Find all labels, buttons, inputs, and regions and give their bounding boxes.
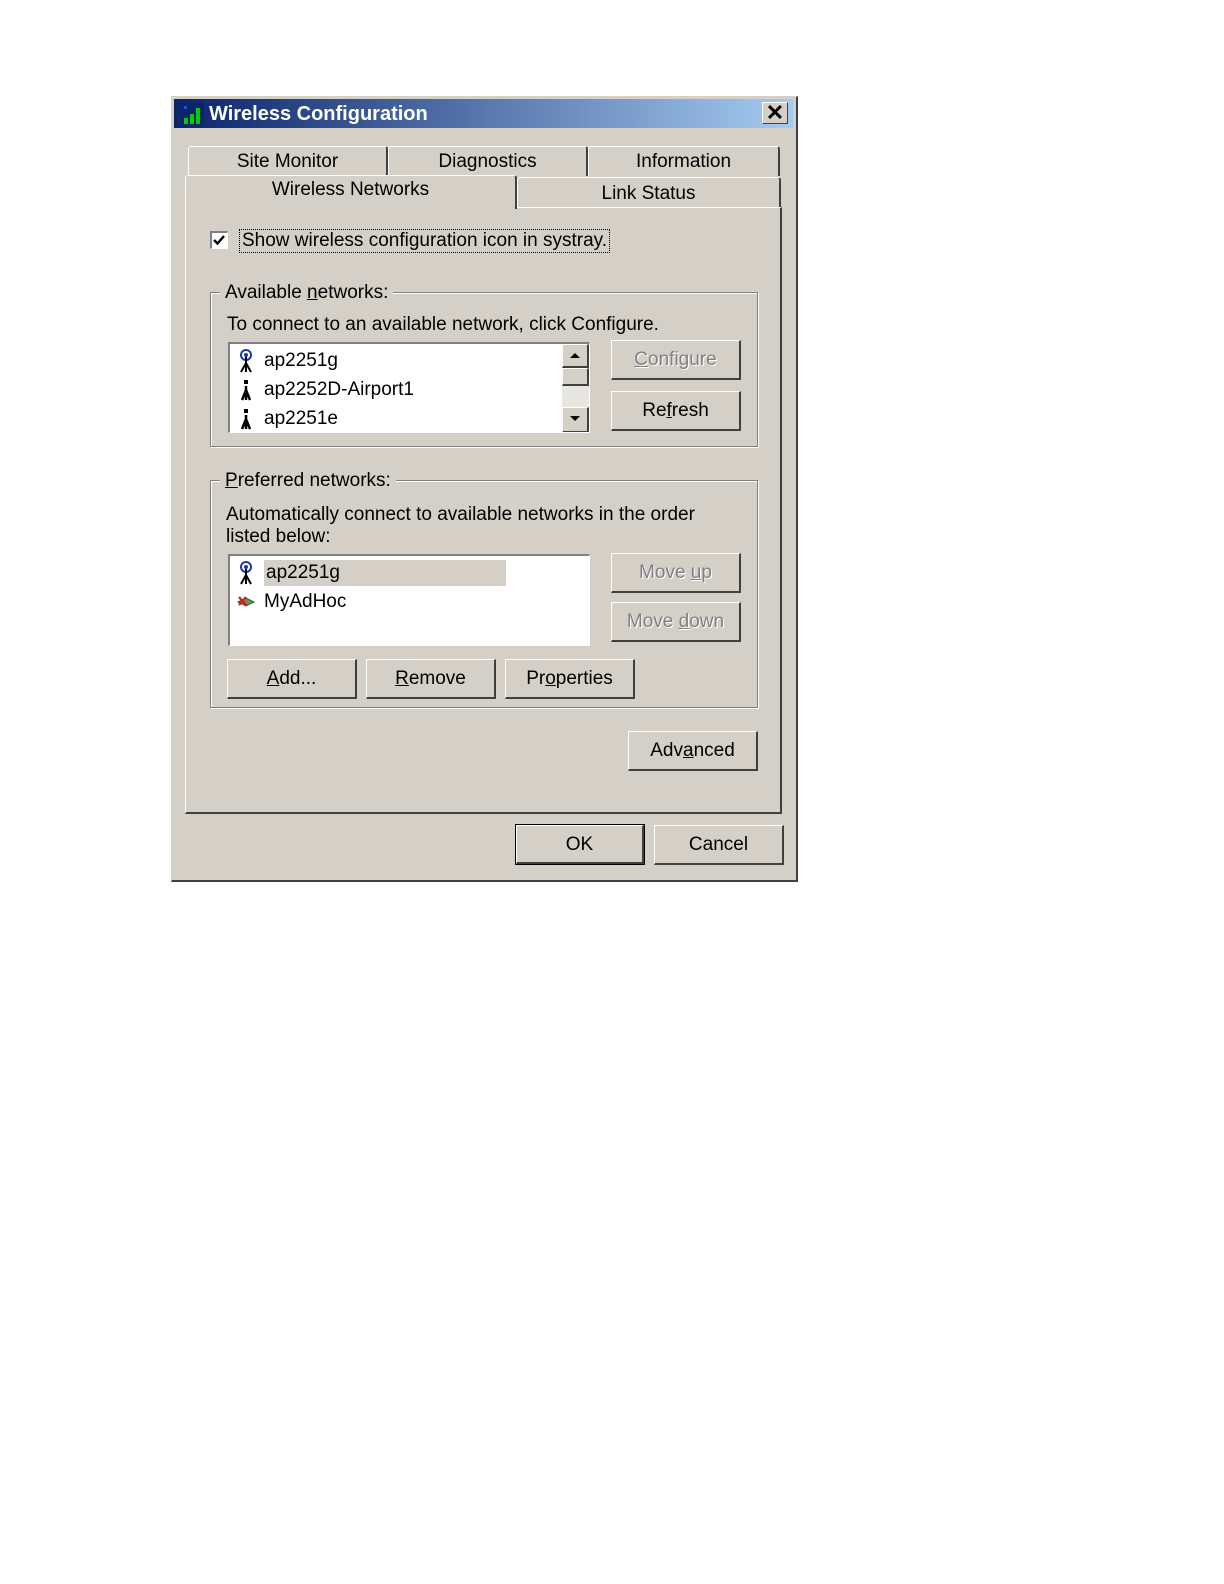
scroll-up-button[interactable]: [562, 344, 589, 368]
tab-link-status[interactable]: Link Status: [517, 177, 781, 208]
list-item[interactable]: ap2251g: [236, 348, 338, 374]
access-point-icon: [240, 409, 252, 430]
arrow-down-icon: [570, 416, 580, 421]
move-down-button[interactable]: Move down: [611, 602, 741, 642]
close-button[interactable]: ✕: [762, 102, 788, 124]
preferred-networks-legend: Preferred networks:: [220, 471, 396, 491]
tab-label: Link Status: [601, 183, 696, 204]
systray-checkbox[interactable]: [210, 231, 228, 249]
tab-label: Diagnostics: [438, 151, 537, 172]
scroll-down-button[interactable]: [562, 407, 589, 432]
list-item[interactable]: ap2252D-Airport1: [236, 377, 414, 403]
remove-button[interactable]: Remove: [366, 659, 496, 699]
tab-site-monitor[interactable]: Site Monitor: [188, 146, 388, 176]
adhoc-disconnected-icon: [236, 596, 256, 607]
tab-wireless-networks[interactable]: Wireless Networks: [185, 175, 517, 209]
ok-button[interactable]: OK: [515, 824, 645, 865]
advanced-button[interactable]: Advanced: [628, 731, 758, 771]
tab-diagnostics[interactable]: Diagnostics: [388, 146, 588, 176]
preferred-networks-list[interactable]: ap2251g MyAdHoc: [228, 554, 590, 646]
properties-button[interactable]: Properties: [505, 659, 635, 699]
access-point-icon: [240, 380, 252, 401]
add-button[interactable]: Add...: [227, 659, 357, 699]
refresh-button[interactable]: Refresh: [611, 391, 741, 431]
configure-button[interactable]: Configure: [611, 340, 741, 380]
available-networks-legend: Available networks:: [220, 283, 394, 303]
list-item[interactable]: MyAdHoc: [236, 589, 346, 615]
available-instruction: To connect to an available network, clic…: [227, 314, 659, 335]
list-item[interactable]: ap2251e: [236, 406, 338, 432]
checkmark-icon: [213, 235, 225, 246]
arrow-up-icon: [570, 353, 580, 358]
list-item[interactable]: ap2251g: [236, 560, 506, 586]
tab-label: Information: [635, 151, 732, 172]
available-networks-list[interactable]: ap2251g ap2252D-Airport1 ap2251e: [228, 342, 590, 433]
tab-label: Wireless Networks: [271, 179, 430, 200]
signal-bars-icon: [182, 103, 204, 125]
window-title: Wireless Configuration: [209, 103, 428, 125]
title-bar[interactable]: Wireless Configuration ✕: [174, 99, 793, 128]
scroll-thumb[interactable]: [562, 368, 589, 386]
tab-information[interactable]: Information: [588, 146, 780, 176]
list-scrollbar[interactable]: [562, 344, 589, 432]
preferred-instruction: Automatically connect to available netwo…: [226, 504, 695, 547]
tab-label: Site Monitor: [236, 151, 339, 172]
systray-checkbox-label[interactable]: Show wireless configuration icon in syst…: [239, 229, 611, 253]
cancel-button[interactable]: Cancel: [654, 825, 784, 865]
move-up-button[interactable]: Move up: [611, 553, 741, 593]
wireless-configuration-dialog: Wireless Configuration ✕ Site Monitor Di…: [171, 96, 798, 882]
close-icon: ✕: [765, 100, 785, 125]
antenna-icon: [240, 349, 252, 373]
antenna-icon: [240, 561, 252, 585]
